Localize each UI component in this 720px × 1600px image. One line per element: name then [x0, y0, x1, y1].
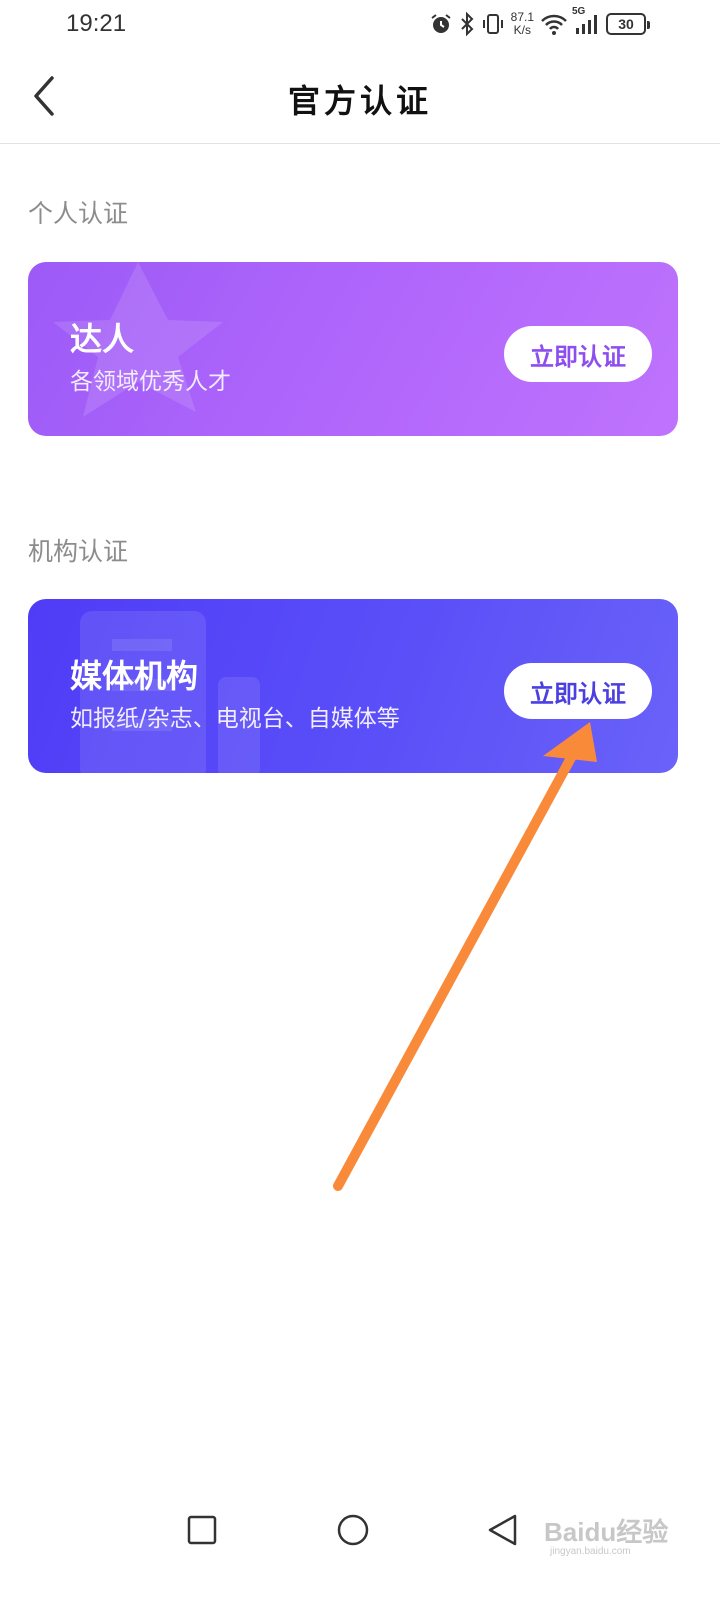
home-button[interactable] [331, 1508, 375, 1552]
section-label-organization: 机构认证 [28, 537, 129, 566]
back-icon [488, 1514, 517, 1546]
alarm-icon [429, 12, 453, 36]
star-icon [53, 262, 223, 417]
net-speed: 87.1 K/s [511, 11, 534, 37]
card-title: 达人 [70, 320, 135, 358]
card-description: 各领域优秀人才 [70, 369, 231, 395]
card-expert[interactable]: 达人 各领域优秀人才 立即认证 [28, 262, 678, 436]
bluetooth-icon [459, 12, 475, 36]
home-icon [337, 1514, 369, 1546]
status-bar: 19:21 87.1 K/s 5G 30 [0, 0, 720, 48]
signal-label: 5G [572, 6, 586, 17]
page-title: 官方认证 [287, 82, 432, 120]
card-description: 如报纸/杂志、电视台、自媒体等 [70, 706, 400, 732]
card-media-organization[interactable]: 媒体机构 如报纸/杂志、电视台、自媒体等 立即认证 [28, 599, 678, 773]
recent-apps-icon [187, 1515, 217, 1545]
app-header: 官方认证 [0, 48, 720, 144]
watermark-url: jingyan.baidu.com [550, 1546, 631, 1557]
net-speed-unit: K/s [513, 23, 531, 37]
section-label-personal: 个人认证 [28, 199, 129, 228]
battery-level: 30 [618, 16, 634, 32]
status-icons: 87.1 K/s 5G 30 [429, 6, 650, 40]
vibrate-icon [481, 12, 505, 36]
verify-now-button[interactable]: 立即认证 [504, 663, 652, 719]
battery-icon: 30 [606, 13, 650, 35]
watermark: Baidu经验 jingyan.baidu.com [544, 1504, 684, 1564]
signal-icon: 5G [572, 6, 600, 36]
recent-apps-button[interactable] [180, 1508, 224, 1552]
wifi-icon [540, 12, 568, 36]
system-back-button[interactable] [480, 1508, 524, 1552]
verify-now-button[interactable]: 立即认证 [504, 326, 652, 382]
watermark-logo: Baidu经验 [544, 1517, 669, 1547]
annotation-arrow [333, 722, 597, 1191]
status-time: 19:21 [66, 10, 127, 37]
card-title: 媒体机构 [70, 657, 199, 695]
